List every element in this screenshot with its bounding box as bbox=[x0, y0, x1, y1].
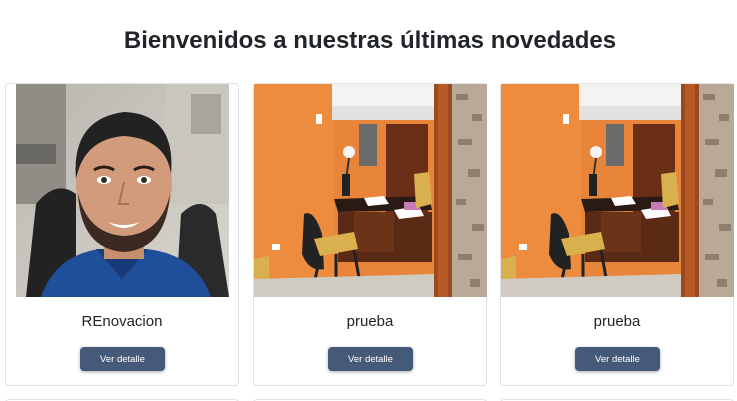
product-image-office[interactable] bbox=[501, 84, 734, 297]
view-detail-button[interactable]: Ver detalle bbox=[575, 347, 660, 371]
product-title: prueba bbox=[593, 313, 641, 330]
product-image-office[interactable] bbox=[254, 84, 487, 297]
page-title: Bienvenidos a nuestras últimas novedades bbox=[123, 27, 617, 54]
view-detail-button[interactable]: Ver detalle bbox=[80, 347, 165, 371]
product-image-portrait[interactable] bbox=[16, 84, 229, 297]
product-card: REnovacion Ver detalle bbox=[5, 83, 239, 386]
product-card: prueba Ver detalle bbox=[253, 83, 487, 386]
view-detail-button[interactable]: Ver detalle bbox=[328, 347, 413, 371]
product-title: REnovacion bbox=[81, 313, 163, 330]
product-title: prueba bbox=[346, 313, 394, 330]
product-card: prueba Ver detalle bbox=[500, 83, 734, 386]
